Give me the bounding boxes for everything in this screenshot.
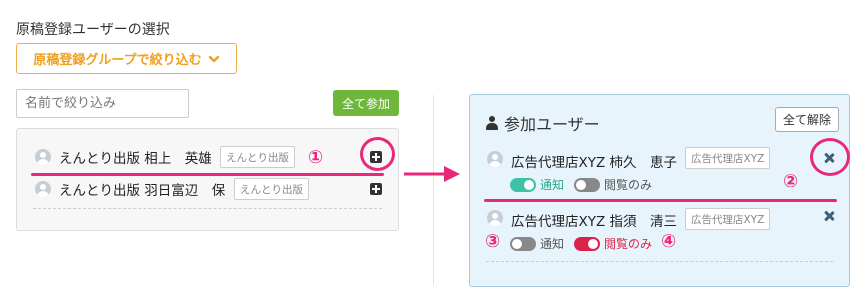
divider [486,261,833,262]
filter-group-label: 原稿登録グループで絞り込む [33,53,202,68]
org-tag: 広告代理店XYZ [685,147,771,169]
avatar-icon [487,210,503,226]
add-user-button[interactable] [370,183,382,195]
add-all-button[interactable]: 全て参加 [333,90,399,116]
divider [433,95,434,285]
highlight-circle [810,138,850,176]
close-icon[interactable] [824,211,834,221]
clear-all-button[interactable]: 全て解除 [775,107,839,132]
org-tag: えんとり出版 [234,178,309,200]
section-title: 原稿登録ユーザーの選択 [16,22,170,38]
view-only-toggle-group: 閲覧のみ [574,176,652,193]
avatar-icon [487,151,503,167]
user-name: えんとり出版 相上 英雄 [59,151,212,167]
filter-group-button[interactable]: 原稿登録グループで絞り込む [16,43,237,74]
notify-label: 通知 [540,178,565,192]
arrow-right-icon [404,166,460,182]
org-tag: えんとり出版 [220,146,295,168]
user-name: 広告代理店XYZ 柿久 恵子 [511,155,678,171]
highlight-circle [360,137,395,171]
available-user-list: えんとり出版 相上 英雄 えんとり出版 えんとり出版 羽日富辺 保 えんとり出版 [16,128,399,231]
panel-title-text: 参加ユーザー [504,115,600,134]
annotation-number: ② [783,171,799,192]
view-only-toggle[interactable] [574,177,600,192]
view-only-toggle[interactable] [574,236,600,251]
highlight-line [484,199,837,202]
view-only-label: 閲覧のみ [604,178,653,192]
name-filter-input[interactable] [16,89,189,118]
avatar-icon [35,149,51,165]
view-only-toggle-group: 閲覧のみ [574,235,652,252]
notify-toggle[interactable] [510,177,536,192]
divider [33,208,382,209]
person-icon [486,116,498,130]
notify-toggle-group: 通知 [510,235,564,252]
list-item: えんとり出版 羽日富辺 保 えんとり出版 [17,171,398,207]
annotation-number: ① [308,147,324,168]
list-item: えんとり出版 相上 英雄 えんとり出版 [17,139,398,175]
view-only-label: 閲覧のみ [604,237,653,251]
org-tag: 広告代理店XYZ [685,208,771,230]
panel-title: 参加ユーザー [486,111,600,135]
notify-toggle-group: 通知 [510,176,564,193]
chevron-down-icon [208,55,219,62]
notify-label: 通知 [540,237,565,251]
notify-toggle[interactable] [510,236,536,251]
avatar-icon [35,181,51,197]
user-name: 広告代理店XYZ 指須 清三 [511,214,678,230]
user-name: えんとり出版 羽日富辺 保 [59,183,226,199]
annotation-number: ④ [661,231,677,252]
annotation-number: ③ [485,231,501,252]
